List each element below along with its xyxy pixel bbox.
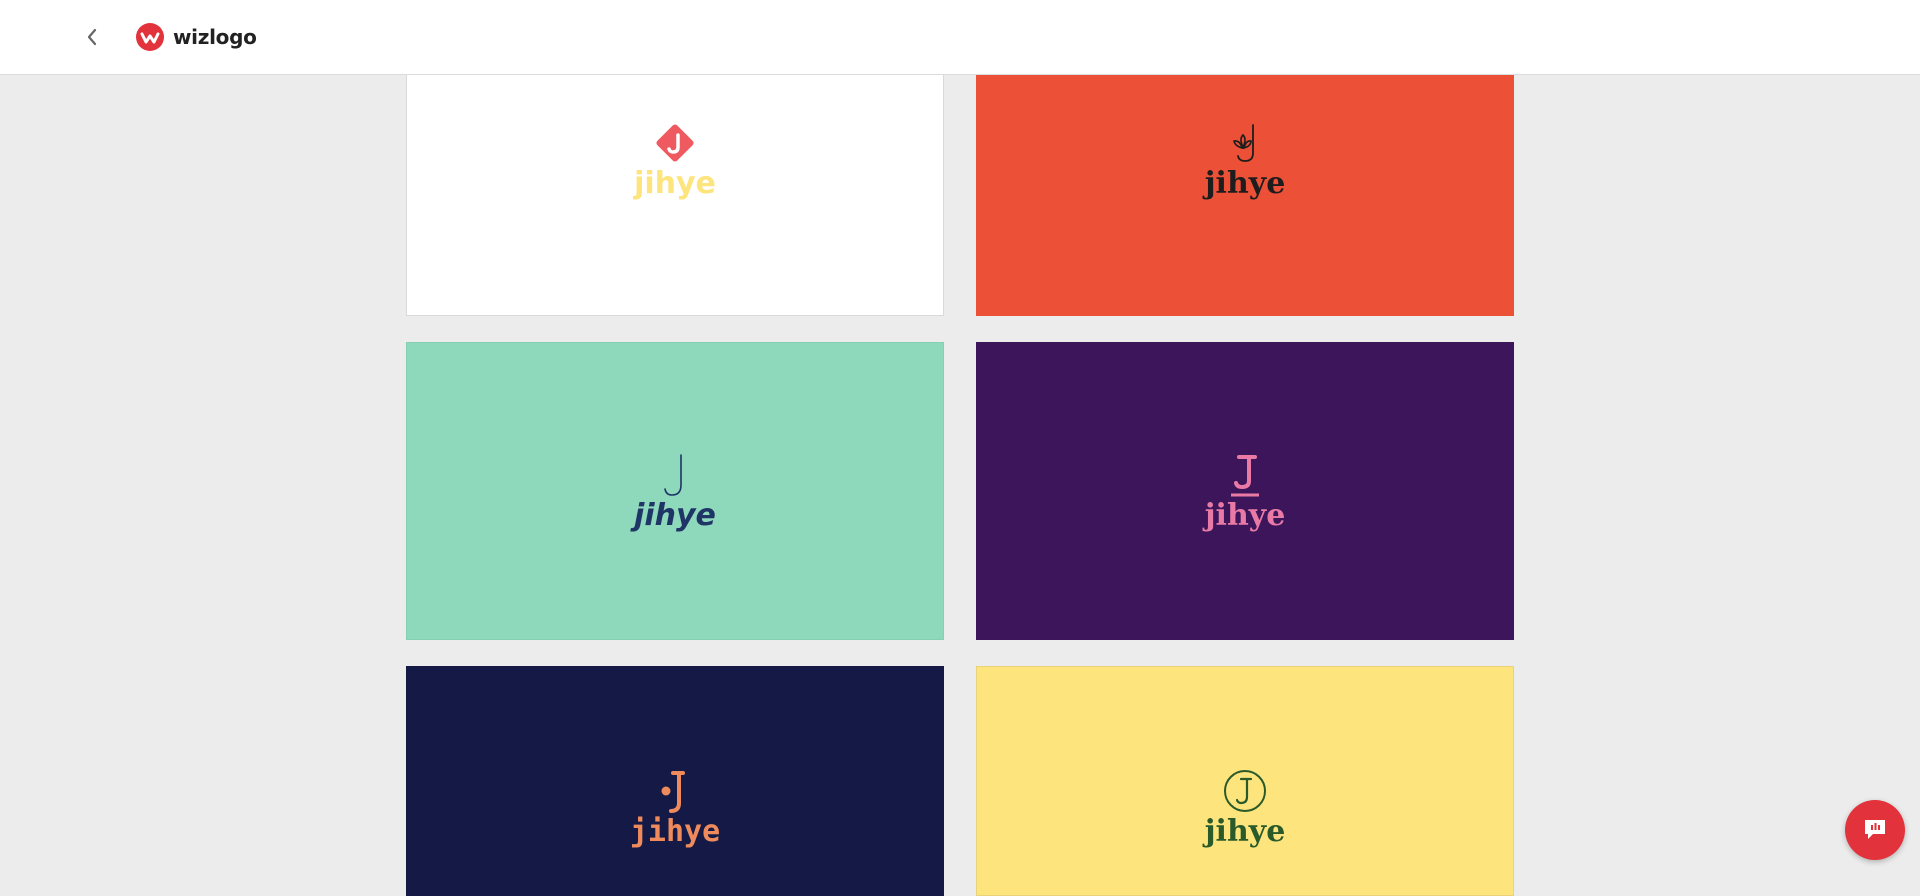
- serif-j-underline-icon: [1231, 455, 1259, 497]
- logo-card[interactable]: jihye: [976, 666, 1514, 896]
- brand-name: wizlogo: [173, 25, 257, 49]
- chat-bubble-icon: [1865, 820, 1885, 839]
- logo-text: jihye: [629, 814, 721, 849]
- leaf-j-icon: [1233, 124, 1254, 162]
- logo-text: jihye: [1204, 498, 1286, 533]
- back-button[interactable]: [80, 23, 104, 51]
- hook-j-icon: [664, 454, 682, 496]
- dot-j-icon: [661, 771, 685, 813]
- logo-card[interactable]: jihye: [406, 342, 944, 640]
- diamond-j-icon: [656, 124, 694, 162]
- logo-text: jihye: [1204, 166, 1286, 201]
- logo-text: jihye: [1204, 814, 1286, 849]
- logo-card[interactable]: jihye: [406, 74, 944, 316]
- brand-logo[interactable]: wizlogo: [135, 22, 257, 52]
- logo-text: jihye: [634, 166, 716, 201]
- logo-card[interactable]: jihye: [406, 666, 944, 896]
- top-header: wizlogo: [0, 0, 1920, 75]
- logo-card[interactable]: jihye: [976, 74, 1514, 316]
- wizlogo-icon: [136, 23, 164, 51]
- logo-card[interactable]: jihye: [976, 342, 1514, 640]
- chevron-left-icon: [87, 28, 97, 46]
- circle-j-icon: [1224, 770, 1266, 812]
- logo-text: jihye: [634, 498, 716, 533]
- chat-button[interactable]: [1845, 800, 1905, 860]
